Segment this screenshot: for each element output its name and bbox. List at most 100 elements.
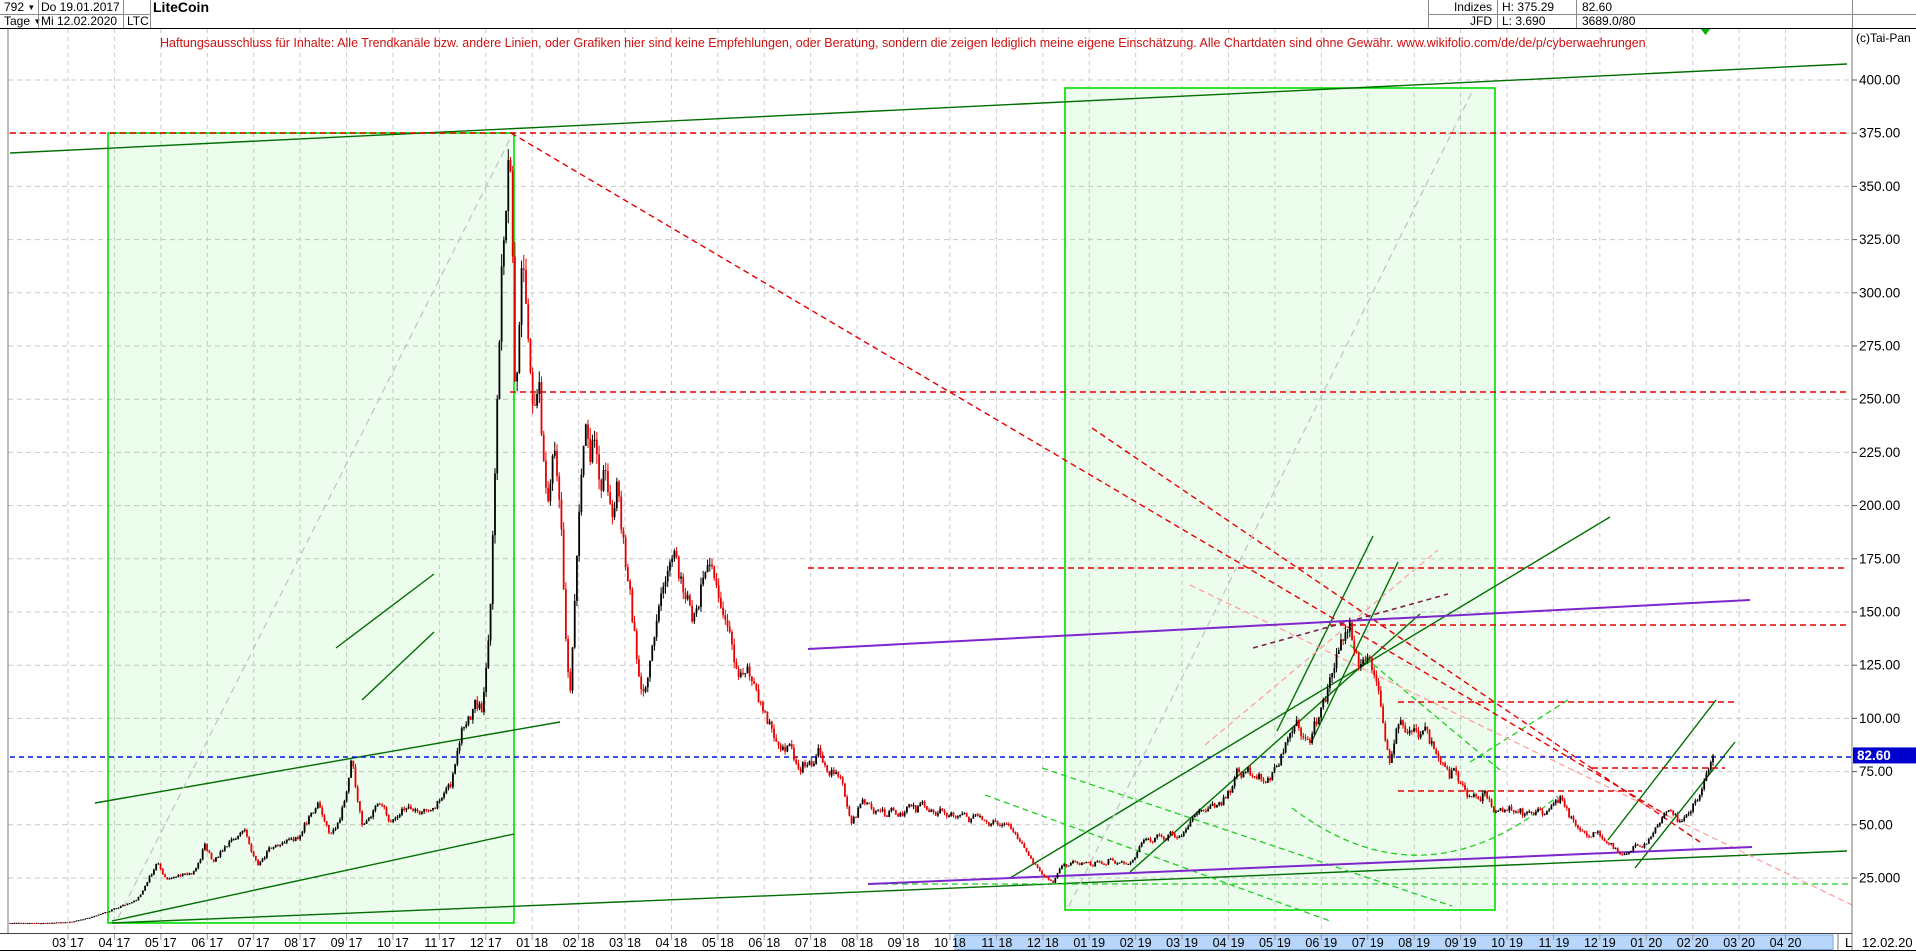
candle-body: [846, 797, 848, 807]
candle-body: [552, 456, 554, 484]
candle-body: [361, 811, 363, 824]
candle-body: [1267, 778, 1269, 783]
candle-body: [1480, 799, 1482, 801]
candle-body: [1444, 763, 1446, 767]
candle-body: [1285, 742, 1287, 752]
candle-body: [713, 567, 715, 578]
candle-body: [1192, 817, 1194, 821]
candle-body: [986, 820, 988, 822]
date-from-field[interactable]: Do 19.01.2017: [41, 1, 120, 14]
candle-body: [166, 877, 168, 879]
candle-body: [658, 606, 660, 620]
bars-count-dropdown[interactable]: 792 ▼: [4, 1, 35, 14]
candle-body: [848, 807, 850, 816]
candle-body: [383, 805, 385, 807]
candle-body: [73, 921, 75, 922]
candle-body: [1573, 817, 1575, 821]
x-axis-label-month: 08: [1398, 936, 1412, 950]
candle-body: [226, 846, 228, 847]
x-axis-label-month: 02: [563, 936, 577, 950]
x-axis-labels: 0317041705170617071708170917101711171217…: [52, 934, 1913, 950]
x-axis-label-year: 17: [116, 936, 130, 950]
candle-body: [1601, 836, 1603, 839]
candle-body: [676, 551, 678, 557]
candle-body: [654, 637, 656, 646]
candle-body: [468, 716, 470, 724]
candle-body: [53, 923, 55, 924]
candle-body: [1382, 706, 1384, 723]
candle-body: [1488, 798, 1490, 799]
candle-body: [211, 853, 213, 860]
candle-body: [618, 482, 620, 497]
candle-body: [660, 593, 662, 606]
candle-body: [474, 700, 476, 709]
candle-body: [1424, 727, 1426, 731]
candle-body: [744, 673, 746, 674]
candle-body: [1356, 650, 1358, 652]
candle-body: [716, 578, 718, 585]
candle-body: [22, 923, 24, 924]
candle-body: [813, 764, 815, 766]
candle-body: [487, 641, 489, 668]
candle-body: [1054, 878, 1056, 883]
candle-body: [301, 832, 303, 836]
x-axis-label-year: 17: [488, 936, 502, 950]
date-to-field[interactable]: Mi 12.02.2020: [41, 15, 117, 28]
candle-body: [270, 848, 272, 849]
x-axis-label-month: 04: [656, 936, 670, 950]
candle-body: [47, 923, 49, 924]
candle-body: [253, 852, 255, 856]
candle-body: [1710, 762, 1712, 770]
candle-body: [1705, 773, 1707, 780]
candle-body: [1223, 797, 1225, 805]
candle-body: [1575, 820, 1577, 825]
candle-body: [642, 689, 644, 691]
x-axis-label-year: 18: [906, 936, 920, 950]
candle-body: [698, 607, 700, 609]
candle-body: [1674, 814, 1676, 815]
price-chart-canvas[interactable]: 400.00375.00350.00325.00300.00275.00250.…: [0, 0, 1916, 952]
trend-zone-rect[interactable]: [1065, 88, 1495, 910]
candle-body: [815, 756, 817, 763]
candle-body: [724, 615, 726, 620]
candle-body: [809, 761, 811, 765]
candle-body: [1557, 800, 1559, 803]
scale-indicator-button[interactable]: L: [1845, 935, 1852, 950]
candle-body: [638, 659, 640, 676]
candle-body: [197, 863, 199, 868]
candle-body: [1559, 796, 1561, 802]
candle-body: [1012, 829, 1014, 832]
candle-body: [501, 266, 503, 341]
candle-body: [425, 809, 427, 810]
candle-body: [1010, 824, 1012, 828]
candle-body: [1688, 813, 1690, 814]
candle-body: [1522, 808, 1524, 815]
candle-body: [1384, 723, 1386, 740]
candle-body: [946, 813, 948, 817]
candle-body: [689, 595, 691, 605]
candle-body: [944, 811, 946, 813]
candle-body: [1407, 732, 1409, 733]
candle-body: [957, 816, 959, 817]
candle-body: [877, 810, 879, 811]
candle-body: [1610, 843, 1612, 844]
candle-body: [742, 673, 744, 674]
x-axis-label-month: 01: [1630, 936, 1644, 950]
candle-body: [1026, 848, 1028, 852]
candle-body: [908, 804, 910, 806]
chevron-down-icon[interactable]: ▼: [27, 3, 35, 12]
candle-body: [1183, 832, 1185, 836]
x-axis-label-month: 09: [331, 936, 345, 950]
candle-body: [1127, 864, 1129, 865]
candle-body: [377, 804, 379, 806]
candle-body: [419, 811, 421, 814]
y-axis-label: 275.00: [1859, 339, 1900, 354]
candle-body: [538, 382, 540, 394]
candle-body: [390, 821, 392, 822]
candle-body: [414, 809, 416, 811]
candle-body: [1094, 862, 1096, 866]
candle-body: [1387, 740, 1389, 750]
candle-body: [215, 857, 217, 861]
candle-body: [964, 813, 966, 814]
period-dropdown[interactable]: Tage ▼: [4, 15, 41, 28]
